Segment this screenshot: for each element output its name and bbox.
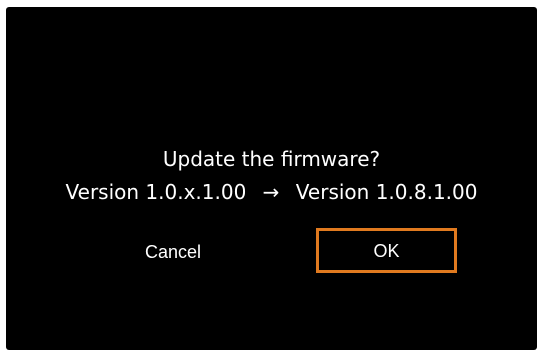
current-version: Version 1.0.x.1.00 [65,180,247,204]
cancel-button[interactable]: Cancel [118,232,228,272]
firmware-update-dialog: Update the firmware? Version 1.0.x.1.00 … [6,7,537,350]
version-line: Version 1.0.x.1.00 → Version 1.0.8.1.00 [6,179,537,205]
new-version: Version 1.0.8.1.00 [295,180,478,204]
ok-button[interactable]: OK [316,228,457,273]
right-arrow-icon: → [262,180,280,204]
dialog-question: Update the firmware? [162,147,381,171]
